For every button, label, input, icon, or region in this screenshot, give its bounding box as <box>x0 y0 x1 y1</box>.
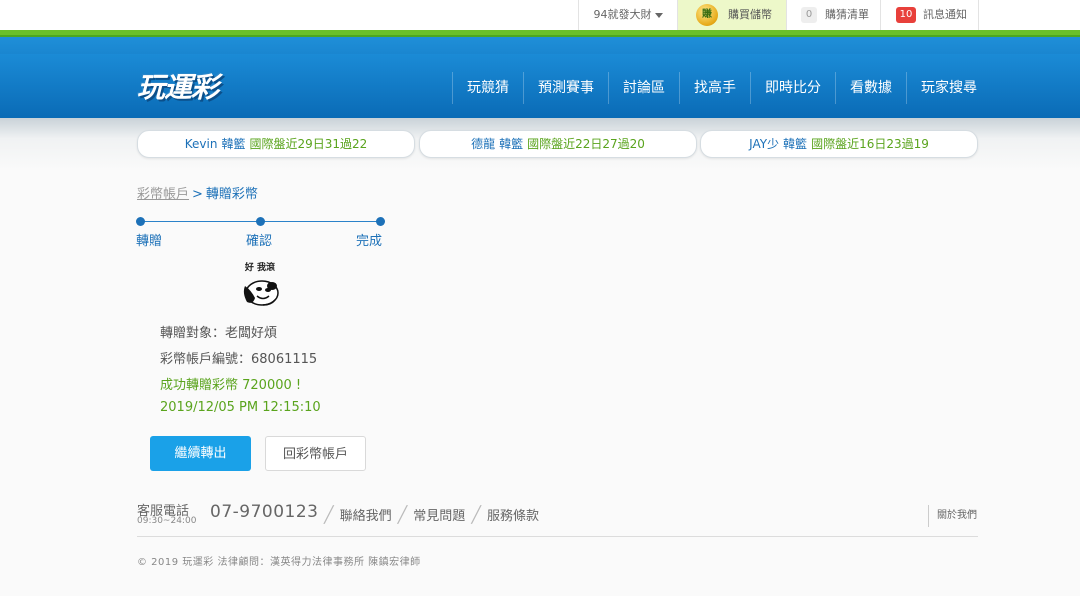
step-label-confirm: 確認 <box>246 234 273 249</box>
nav-item-forum[interactable]: 討論區 <box>608 72 679 104</box>
step-dot <box>256 217 265 226</box>
site-logo[interactable]: 玩運彩 <box>137 66 219 106</box>
footer-link-terms[interactable]: 服務條款 <box>487 505 539 524</box>
top-bar: 94就發大財 賺 購買儲幣 0 購猜清單 10 訊息通知 <box>0 0 1080 30</box>
nav-item-predict[interactable]: 預測賽事 <box>523 72 608 104</box>
breadcrumb-link-coin-account[interactable]: 彩幣帳戶 <box>137 187 189 202</box>
ticker-sport: 韓籃 <box>783 137 808 151</box>
recipient-avatar: 好 我滾 <box>236 260 284 310</box>
transfer-datetime: 2019/12/05 PM 12:15:10 <box>160 400 321 415</box>
success-message: 成功轉贈彩幣 720000 ! <box>160 378 302 393</box>
step-indicator: 轉贈 確認 完成 <box>136 216 385 256</box>
footer-divider <box>137 536 978 537</box>
expert-ticker[interactable]: JAY少 韓籃 國際盤近16日23過19 <box>700 130 978 158</box>
cart-button[interactable]: 0 購猜清單 <box>786 0 880 30</box>
main-nav: 玩競猜 預測賽事 討論區 找高手 即時比分 看數據 玩家搜尋 <box>452 72 991 104</box>
cart-label: 購猜清單 <box>825 8 869 21</box>
ticker-record: 國際盤近29日31過22 <box>249 137 368 151</box>
copyright: © 2019 玩運彩 法律顧問：漢英得力法律事務所 陳鎮宏律師 <box>137 557 421 568</box>
panda-meme-icon <box>243 280 279 306</box>
nav-item-live-score[interactable]: 即時比分 <box>750 72 835 104</box>
back-to-account-button[interactable]: 回彩幣帳戶 <box>265 436 366 471</box>
expert-ticker[interactable]: 德龍 韓籃 國際盤近22日27過20 <box>419 130 697 158</box>
footer-link-faq[interactable]: 常見問題 <box>413 505 465 524</box>
notifications-label: 訊息通知 <box>923 8 967 21</box>
ticker-record: 國際盤近22日27過20 <box>527 137 645 151</box>
breadcrumb-current: 轉贈彩幣 <box>205 187 258 202</box>
notification-count-badge: 10 <box>896 7 916 23</box>
slash-divider: ╱ <box>471 504 481 524</box>
avatar-caption: 好 我滾 <box>244 263 276 273</box>
buy-coins-button[interactable]: 賺 購買儲幣 <box>677 0 786 30</box>
caret-down-icon <box>654 12 663 18</box>
buy-coins-label: 購買儲幣 <box>728 8 772 21</box>
user-menu[interactable]: 94就發大財 <box>578 0 677 30</box>
user-name: 94就發大財 <box>593 8 652 21</box>
nav-item-guess[interactable]: 玩競猜 <box>452 72 523 104</box>
transfer-target: 轉贈對象：老闆好煩 <box>160 326 278 341</box>
continue-transfer-button[interactable]: 繼續轉出 <box>150 436 251 471</box>
ticker-sport: 韓籃 <box>499 137 524 151</box>
footer-links: ╱ 聯絡我們 ╱ 常見問題 ╱ 服務條款 <box>318 504 539 524</box>
nav-item-player-search[interactable]: 玩家搜尋 <box>906 72 991 104</box>
nav-item-stats[interactable]: 看數據 <box>835 72 906 104</box>
step-label-complete: 完成 <box>356 234 383 249</box>
header-stripe <box>0 30 1080 54</box>
cart-count-badge: 0 <box>801 7 817 23</box>
customer-service-hours: 09:30~24:00 <box>137 516 197 526</box>
step-label-transfer: 轉贈 <box>136 234 163 249</box>
nav-item-experts[interactable]: 找高手 <box>679 72 750 104</box>
coin-icon: 賺 <box>696 4 718 26</box>
expert-ticker[interactable]: Kevin 韓籃 國際盤近29日31過22 <box>137 130 415 158</box>
ticker-name: JAY少 <box>749 137 780 151</box>
slash-divider: ╱ <box>324 504 334 524</box>
footer-link-about[interactable]: 關於我們 <box>928 505 977 527</box>
breadcrumb-separator: > <box>192 187 203 202</box>
breadcrumb: 彩幣帳戶 > 轉贈彩幣 <box>137 183 258 202</box>
step-dot <box>136 217 145 226</box>
ticker-sport: 韓籃 <box>221 137 246 151</box>
ticker-name: 德龍 <box>471 137 496 151</box>
footer-link-contact[interactable]: 聯絡我們 <box>340 505 392 524</box>
ticker-name: Kevin <box>184 137 218 151</box>
customer-service-phone: 07-9700123 <box>210 502 319 522</box>
step-dot <box>376 217 385 226</box>
account-number: 彩幣帳戶編號：68061115 <box>160 352 318 367</box>
notifications-button[interactable]: 10 訊息通知 <box>880 0 979 30</box>
slash-divider: ╱ <box>397 504 408 524</box>
ticker-record: 國際盤近16日23過19 <box>811 137 929 151</box>
